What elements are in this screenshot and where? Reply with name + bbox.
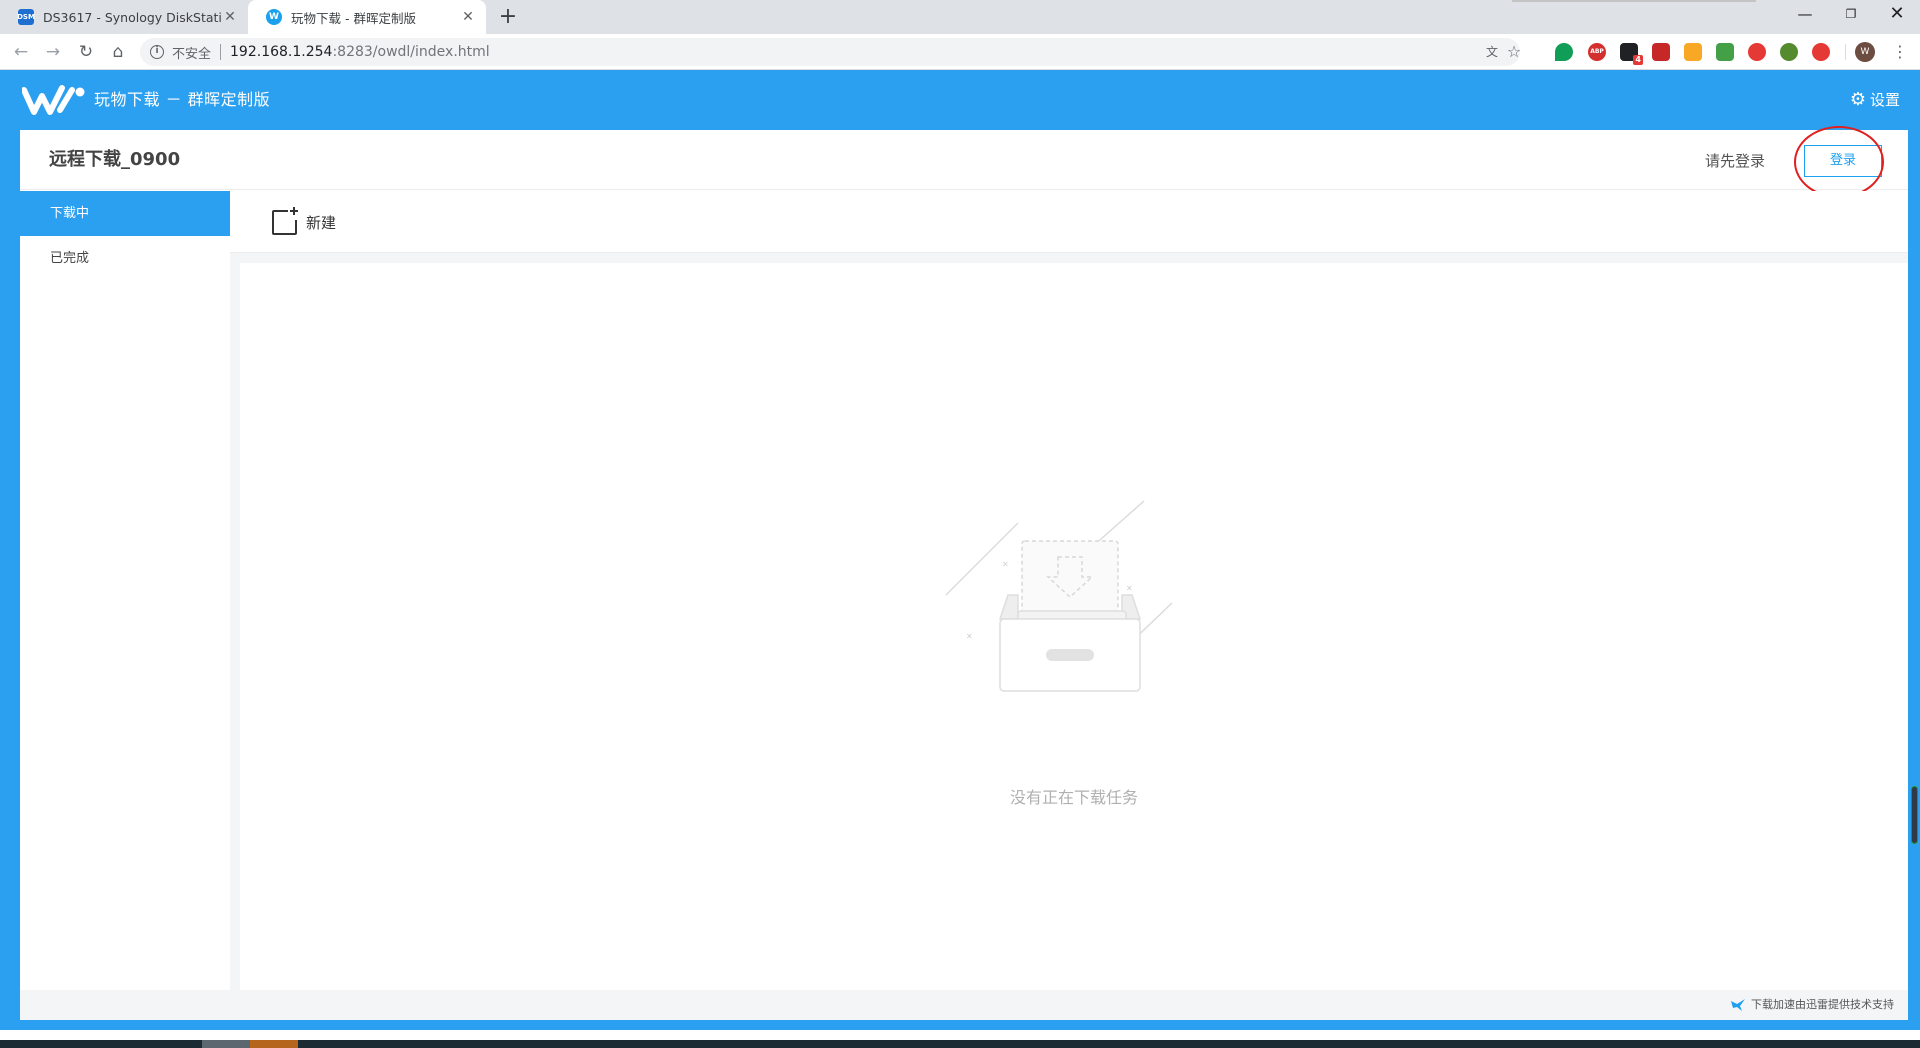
address-separator: [220, 44, 222, 60]
sidebar: 下载中 已完成: [20, 191, 230, 990]
home-icon[interactable]: ⌂: [106, 40, 130, 64]
adblock-plus-icon[interactable]: ABP: [1588, 43, 1606, 61]
address-bar[interactable]: i 不安全 192.168.1.254:8283/owdl/index.html…: [140, 38, 1521, 66]
empty-state-message: 没有正在下载任务: [1009, 788, 1138, 807]
panel-header: 远程下载_0900 请先登录 登录: [20, 126, 1908, 198]
window-overlay-edge: [1512, 0, 1756, 2]
dsm-favicon-icon: DSM: [17, 9, 35, 25]
url-host: 192.168.1.254: [230, 44, 333, 60]
new-task-button[interactable]: 新建: [270, 205, 336, 237]
tab-synology-diskstation[interactable]: DSM DS3617 - Synology DiskStation ✕: [0, 0, 248, 34]
settings-label: 设置: [1869, 91, 1900, 109]
sidebar-item-downloading[interactable]: 下载中: [20, 191, 230, 236]
login-button[interactable]: 登录: [1804, 145, 1882, 177]
extension-badge: 4: [1633, 55, 1643, 65]
scroll-handle[interactable]: [1911, 786, 1918, 844]
extension-red-icon[interactable]: [1652, 43, 1670, 61]
toolbar-divider: [1845, 44, 1846, 60]
main-panel: 远程下载_0900 请先登录 登录 下载中 已完成 新建 ✕ ✕ ✕ 没有正在下…: [20, 126, 1908, 990]
tab-wanwu-download[interactable]: W 玩物下载 - 群晖定制版 ✕: [248, 0, 486, 34]
page-title: 远程下载_0900: [49, 149, 181, 170]
tab-title: 玩物下载 - 群晖定制版: [291, 10, 416, 26]
close-window-icon[interactable]: ✕: [1874, 0, 1920, 30]
extension-block-icon[interactable]: [1812, 43, 1830, 61]
svg-text:✕: ✕: [1002, 560, 1009, 569]
extension-colorful-icon[interactable]: [1748, 43, 1766, 61]
tab-close-icon[interactable]: ✕: [222, 9, 238, 25]
app-header: 玩物下载 － 群晖定制版 ⚙ 设置: [0, 70, 1920, 130]
footer-text: 下载加速由迅雷提供技术支持: [1751, 998, 1894, 1011]
settings-button[interactable]: ⚙ 设置: [1850, 88, 1900, 112]
url-path: :8283/owdl/index.html: [332, 44, 490, 60]
svg-text:✕: ✕: [1126, 584, 1133, 593]
translate-icon[interactable]: 文: [1480, 38, 1504, 66]
wanwu-favicon-icon: W: [266, 9, 282, 25]
back-arrow-icon[interactable]: ←: [9, 40, 33, 64]
browser-toolbar: ← → ↻ ⌂ i 不安全 192.168.1.254:8283/owdl/in…: [0, 34, 1920, 70]
new-task-label: 新建: [306, 214, 337, 232]
browser-menu-icon[interactable]: ⋮: [1888, 40, 1912, 64]
sidebar-item-completed[interactable]: 已完成: [20, 236, 230, 281]
footer-note: 下载加速由迅雷提供技术支持: [1731, 997, 1894, 1013]
svg-text:✕: ✕: [966, 632, 973, 641]
security-label: 不安全: [172, 46, 212, 62]
extension-yellow-icon[interactable]: [1684, 43, 1702, 61]
empty-inbox-icon: ✕ ✕ ✕: [945, 500, 1173, 692]
extension-dark-icon[interactable]: 4: [1620, 43, 1643, 65]
browser-tab-strip: DSM DS3617 - Synology DiskStation ✕ W 玩物…: [0, 0, 1920, 34]
taskbar-app-icon[interactable]: [250, 1040, 298, 1048]
app-root: 玩物下载 － 群晖定制版 ⚙ 设置 远程下载_0900 请先登录 登录 下载中 …: [0, 70, 1920, 1030]
extension-tv-icon[interactable]: [1716, 43, 1734, 61]
reload-icon[interactable]: ↻: [74, 40, 98, 64]
wanwu-logo-icon: [22, 85, 85, 115]
bookmark-star-icon[interactable]: ☆: [1502, 38, 1526, 66]
profile-avatar[interactable]: W: [1855, 42, 1875, 62]
site-info-icon[interactable]: i: [150, 45, 164, 59]
tab-close-icon[interactable]: ✕: [460, 9, 476, 25]
new-file-plus-icon: [272, 207, 298, 235]
extension-globe-icon[interactable]: [1780, 43, 1798, 61]
new-tab-icon[interactable]: +: [496, 6, 520, 30]
taskbar-app-icon[interactable]: [202, 1040, 250, 1048]
content-area: 新建 ✕ ✕ ✕ 没有正在下载任务: [230, 191, 1908, 990]
content-toolbar: 新建: [230, 191, 1908, 253]
extension-green-icon[interactable]: [1555, 43, 1573, 61]
tab-title: DS3617 - Synology DiskStation: [43, 9, 222, 25]
minimize-window-icon[interactable]: —: [1782, 0, 1828, 30]
app-footer: 下载加速由迅雷提供技术支持: [20, 990, 1908, 1020]
gear-icon: ⚙: [1849, 89, 1866, 110]
login-hint: 请先登录: [1705, 152, 1766, 170]
xunlei-bird-icon: [1731, 999, 1745, 1011]
forward-arrow-icon[interactable]: →: [41, 40, 65, 64]
app-title: 玩物下载 － 群晖定制版: [94, 90, 271, 109]
restore-window-icon[interactable]: ❐: [1828, 0, 1874, 30]
empty-state: ✕ ✕ ✕ 没有正在下载任务: [240, 263, 1908, 990]
